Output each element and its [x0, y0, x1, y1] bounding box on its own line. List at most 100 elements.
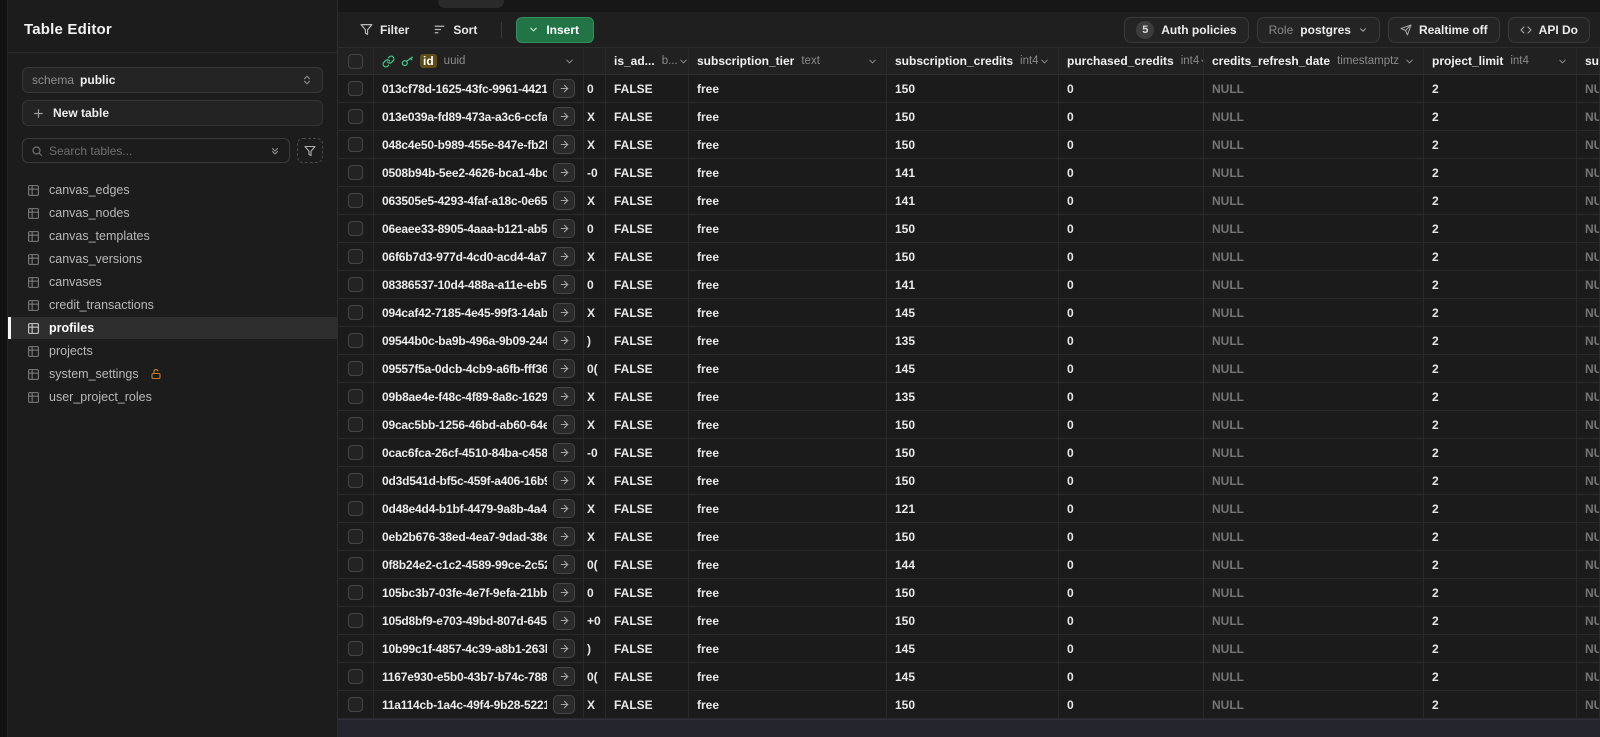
column-header-subscription-tier[interactable]: subscription_tier text	[689, 48, 887, 74]
project-limit-cell[interactable]: 2	[1424, 691, 1577, 718]
clipped-cell[interactable]: 0	[584, 271, 606, 298]
credits-refresh-date-cell[interactable]: NULL	[1204, 327, 1424, 354]
row-select-cell[interactable]	[338, 663, 374, 690]
column-header-clipped[interactable]	[584, 48, 606, 74]
project-limit-cell[interactable]: 2	[1424, 383, 1577, 410]
id-cell[interactable]: 06f6b7d3-977d-4cd0-acd4-4a78...	[374, 243, 584, 270]
expand-row-button[interactable]	[553, 191, 575, 210]
expand-row-button[interactable]	[553, 135, 575, 154]
row-checkbox[interactable]	[348, 305, 363, 320]
search-tables-input[interactable]	[49, 143, 263, 158]
is-admin-cell[interactable]: FALSE	[606, 215, 689, 242]
sidebar-item-canvas_nodes[interactable]: canvas_nodes	[8, 202, 337, 224]
subscription-credits-cell[interactable]: 145	[887, 355, 1059, 382]
row-select-cell[interactable]	[338, 103, 374, 130]
subscription-credits-cell[interactable]: 145	[887, 635, 1059, 662]
project-limit-cell[interactable]: 2	[1424, 271, 1577, 298]
subscription-tier-cell[interactable]: free	[689, 103, 887, 130]
clipped-right-cell[interactable]: NU	[1577, 187, 1600, 214]
auth-policies-button[interactable]: 5 Auth policies	[1124, 16, 1249, 43]
sidebar-item-canvas_versions[interactable]: canvas_versions	[8, 248, 337, 270]
clipped-cell[interactable]: 0	[584, 215, 606, 242]
subscription-tier-cell[interactable]: free	[689, 299, 887, 326]
subscription-credits-cell[interactable]: 145	[887, 299, 1059, 326]
project-limit-cell[interactable]: 2	[1424, 103, 1577, 130]
subscription-tier-cell[interactable]: free	[689, 691, 887, 718]
is-admin-cell[interactable]: FALSE	[606, 691, 689, 718]
row-select-cell[interactable]	[338, 439, 374, 466]
clipped-right-cell[interactable]: NU	[1577, 355, 1600, 382]
subscription-credits-cell[interactable]: 150	[887, 215, 1059, 242]
id-cell[interactable]: 09b8ae4e-f48c-4f89-8a8c-1629b...	[374, 383, 584, 410]
credits-refresh-date-cell[interactable]: NULL	[1204, 103, 1424, 130]
is-admin-cell[interactable]: FALSE	[606, 439, 689, 466]
row-select-cell[interactable]	[338, 187, 374, 214]
id-cell[interactable]: 0f8b24e2-c1c2-4589-99ce-2c52d...	[374, 551, 584, 578]
credits-refresh-date-cell[interactable]: NULL	[1204, 159, 1424, 186]
project-limit-cell[interactable]: 2	[1424, 215, 1577, 242]
clipped-cell[interactable]: )	[584, 327, 606, 354]
subscription-tier-cell[interactable]: free	[689, 383, 887, 410]
purchased-credits-cell[interactable]: 0	[1059, 243, 1204, 270]
id-cell[interactable]: 048c4e50-b989-455e-847e-fb2f...	[374, 131, 584, 158]
subscription-credits-cell[interactable]: 150	[887, 243, 1059, 270]
row-select-cell[interactable]	[338, 411, 374, 438]
row-select-cell[interactable]	[338, 215, 374, 242]
expand-row-button[interactable]	[553, 359, 575, 378]
credits-refresh-date-cell[interactable]: NULL	[1204, 187, 1424, 214]
purchased-credits-cell[interactable]: 0	[1059, 383, 1204, 410]
sidebar-item-canvas_templates[interactable]: canvas_templates	[8, 225, 337, 247]
clipped-cell[interactable]: X	[584, 383, 606, 410]
id-cell[interactable]: 09544b0c-ba9b-496a-9b09-244...	[374, 327, 584, 354]
column-header-project-limit[interactable]: project_limit int4	[1424, 48, 1577, 74]
credits-refresh-date-cell[interactable]: NULL	[1204, 579, 1424, 606]
is-admin-cell[interactable]: FALSE	[606, 327, 689, 354]
clipped-right-cell[interactable]: NU	[1577, 523, 1600, 550]
subscription-credits-cell[interactable]: 121	[887, 495, 1059, 522]
clipped-cell[interactable]: X	[584, 299, 606, 326]
row-checkbox[interactable]	[348, 137, 363, 152]
expand-row-button[interactable]	[553, 611, 575, 630]
row-select-cell[interactable]	[338, 467, 374, 494]
expand-row-button[interactable]	[553, 247, 575, 266]
row-select-cell[interactable]	[338, 131, 374, 158]
purchased-credits-cell[interactable]: 0	[1059, 103, 1204, 130]
clipped-cell[interactable]: X	[584, 103, 606, 130]
id-cell[interactable]: 09cac5bb-1256-46bd-ab60-64ed...	[374, 411, 584, 438]
project-limit-cell[interactable]: 2	[1424, 663, 1577, 690]
id-cell[interactable]: 0eb2b676-38ed-4ea7-9dad-38e6...	[374, 523, 584, 550]
credits-refresh-date-cell[interactable]: NULL	[1204, 691, 1424, 718]
credits-refresh-date-cell[interactable]: NULL	[1204, 551, 1424, 578]
row-checkbox[interactable]	[348, 165, 363, 180]
chevron-down-icon[interactable]	[1404, 56, 1415, 67]
credits-refresh-date-cell[interactable]: NULL	[1204, 75, 1424, 102]
row-select-cell[interactable]	[338, 299, 374, 326]
purchased-credits-cell[interactable]: 0	[1059, 75, 1204, 102]
purchased-credits-cell[interactable]: 0	[1059, 355, 1204, 382]
row-select-cell[interactable]	[338, 523, 374, 550]
row-select-cell[interactable]	[338, 691, 374, 718]
column-header-credits-refresh-date[interactable]: credits_refresh_date timestamptz	[1204, 48, 1424, 74]
row-checkbox[interactable]	[348, 417, 363, 432]
subscription-credits-cell[interactable]: 141	[887, 187, 1059, 214]
purchased-credits-cell[interactable]: 0	[1059, 271, 1204, 298]
expand-row-button[interactable]	[553, 219, 575, 238]
id-cell[interactable]: 1167e930-e5b0-43b7-b74c-788c9...	[374, 663, 584, 690]
subscription-tier-cell[interactable]: free	[689, 607, 887, 634]
clipped-right-cell[interactable]: NU	[1577, 607, 1600, 634]
subscription-tier-cell[interactable]: free	[689, 131, 887, 158]
subscription-credits-cell[interactable]: 145	[887, 663, 1059, 690]
row-checkbox[interactable]	[348, 669, 363, 684]
subscription-tier-cell[interactable]: free	[689, 271, 887, 298]
expand-row-button[interactable]	[553, 527, 575, 546]
sort-button[interactable]: Sort	[423, 18, 487, 42]
row-select-cell[interactable]	[338, 243, 374, 270]
clipped-cell[interactable]: X	[584, 467, 606, 494]
purchased-credits-cell[interactable]: 0	[1059, 411, 1204, 438]
is-admin-cell[interactable]: FALSE	[606, 663, 689, 690]
row-checkbox[interactable]	[348, 501, 363, 516]
subscription-credits-cell[interactable]: 150	[887, 467, 1059, 494]
clipped-right-cell[interactable]: NU	[1577, 103, 1600, 130]
expand-row-button[interactable]	[553, 499, 575, 518]
purchased-credits-cell[interactable]: 0	[1059, 607, 1204, 634]
